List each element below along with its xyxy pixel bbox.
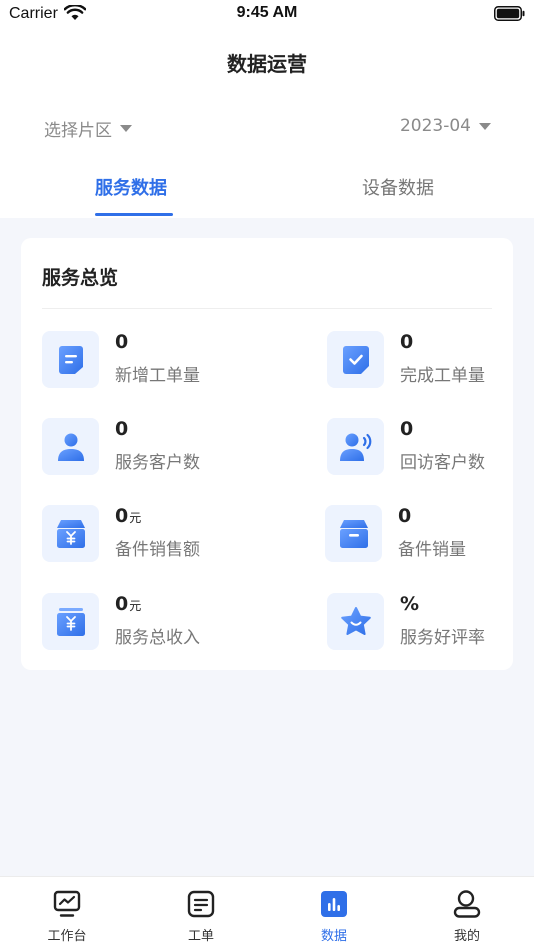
stat-value: 0 — [398, 505, 412, 527]
tabbar-label: 工作台 — [47, 929, 87, 944]
region-selector[interactable]: 选择片区 — [44, 116, 132, 141]
battery-icon — [494, 6, 525, 21]
stat-label: 服务好评率 — [400, 628, 485, 648]
return-visit-icon — [327, 418, 384, 475]
date-selector-label: 2023-04 — [399, 116, 471, 136]
stat-unit: 元 — [129, 599, 142, 613]
stat-label: 新增工单量 — [115, 366, 200, 386]
tab-device-data[interactable]: 设备数据 — [362, 174, 434, 200]
customer-icon — [42, 418, 99, 475]
stat-label: 完成工单量 — [400, 366, 485, 386]
parts-sales-volume-icon — [325, 505, 382, 562]
stat-value: 0 — [115, 418, 129, 440]
tabbar-label: 工单 — [187, 929, 214, 944]
new-order-icon — [42, 331, 99, 388]
stat-value: 0 — [115, 331, 129, 353]
bottom-tab-bar: 工作台 工单 数据 我的 — [0, 876, 534, 950]
star-rating-icon — [327, 593, 384, 650]
tabbar-item-workbench[interactable]: 工作台 — [27, 877, 107, 950]
stat-positive-rating[interactable]: % 服务好评率 — [327, 593, 527, 651]
tabbar-label: 数据 — [320, 929, 347, 944]
stat-label: 回访客户数 — [400, 453, 485, 473]
caret-down-icon — [479, 122, 491, 130]
work-order-icon — [187, 890, 215, 918]
stat-label: 服务总收入 — [115, 628, 200, 648]
parts-sales-amount-icon — [42, 505, 99, 562]
stat-unit: 元 — [129, 511, 142, 525]
tabbar-item-profile[interactable]: 我的 — [427, 877, 507, 950]
card-title: 服务总览 — [42, 267, 119, 289]
profile-icon — [453, 890, 481, 918]
active-tab-indicator — [95, 213, 173, 216]
stat-label: 备件销售额 — [115, 540, 200, 560]
stat-value: 0 — [115, 505, 129, 527]
stat-return-visits[interactable]: 0 回访客户数 — [327, 418, 527, 476]
stat-value: 0 — [115, 593, 129, 615]
page-title: 数据运营 — [227, 52, 307, 76]
status-bar: Carrier 9:45 AM — [0, 0, 534, 30]
stat-value: 0 — [400, 418, 414, 440]
stat-parts-sales-amount[interactable]: 0元 备件销售额 — [42, 505, 242, 563]
caret-down-icon — [120, 125, 132, 132]
stat-parts-sales-volume[interactable]: 0 备件销量 — [325, 505, 525, 563]
status-time: 9:45 AM — [236, 4, 298, 21]
stat-service-income[interactable]: 0元 服务总收入 — [42, 593, 242, 651]
stat-value: % — [400, 593, 420, 615]
tabbar-item-work-order[interactable]: 工单 — [161, 877, 241, 950]
data-chart-icon — [321, 891, 347, 917]
workbench-icon — [53, 890, 81, 917]
stat-label: 备件销量 — [398, 540, 466, 560]
stat-value: 0 — [400, 331, 414, 353]
divider — [42, 308, 492, 309]
tabbar-item-data[interactable]: 数据 — [294, 877, 374, 950]
service-income-icon — [42, 593, 99, 650]
stat-label: 服务客户数 — [115, 453, 200, 473]
stat-new-orders[interactable]: 0 新增工单量 — [42, 331, 242, 389]
region-selector-label: 选择片区 — [44, 121, 112, 141]
service-overview-card: 服务总览 0 新增工单量 0 完成工单量 0 服务客户数 0 回访客户数 0元 … — [21, 238, 513, 670]
tabbar-label: 我的 — [453, 929, 480, 944]
stat-service-customers[interactable]: 0 服务客户数 — [42, 418, 242, 476]
tab-service-data[interactable]: 服务数据 — [95, 174, 167, 200]
data-tabs: 服务数据 设备数据 — [0, 160, 534, 218]
date-selector[interactable]: 2023-04 — [400, 116, 491, 136]
completed-order-icon — [327, 331, 384, 388]
stat-completed-orders[interactable]: 0 完成工单量 — [327, 331, 527, 389]
